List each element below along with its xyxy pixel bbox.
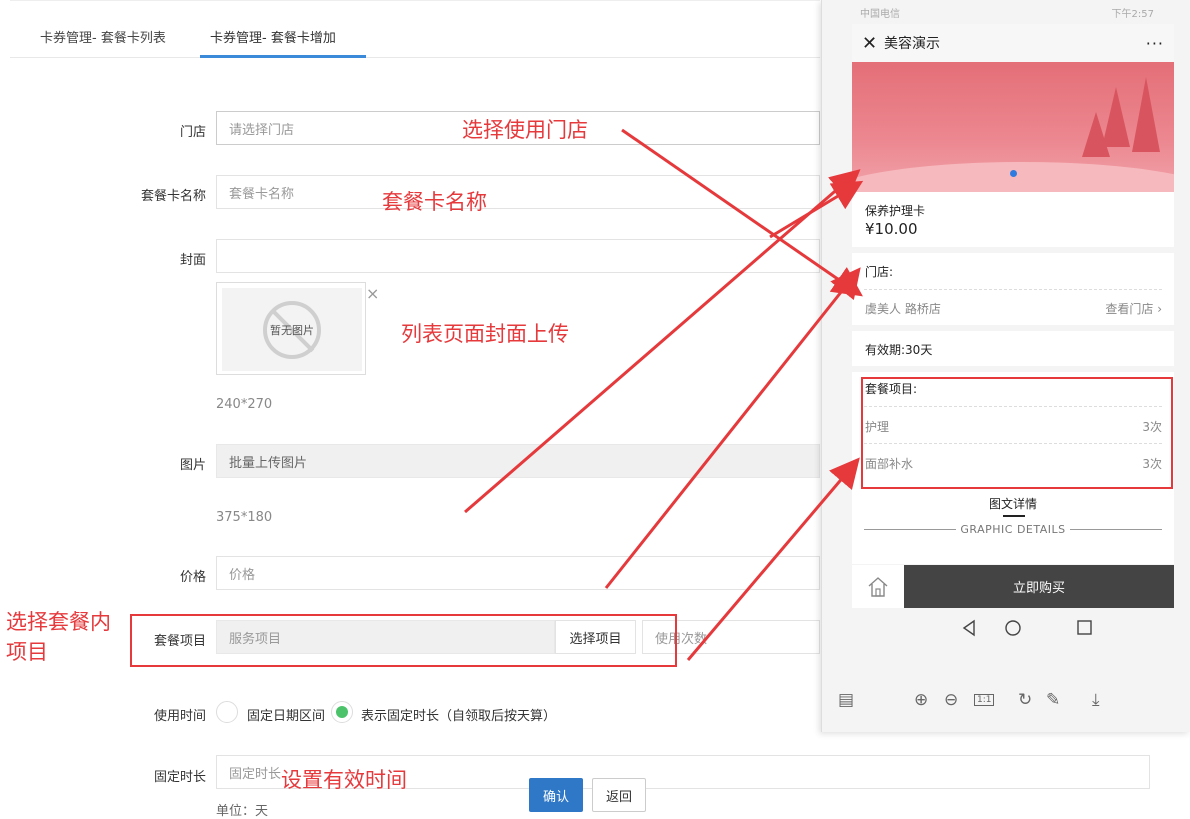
back-button[interactable]: 返回 bbox=[592, 778, 646, 812]
more-icon[interactable]: ··· bbox=[1146, 34, 1164, 53]
close-icon[interactable]: ✕ bbox=[862, 33, 877, 54]
banner-tree bbox=[1082, 112, 1110, 157]
validity-section: 有效期:30天 bbox=[852, 331, 1174, 366]
tab-card-add[interactable]: 卡券管理- 套餐卡增加 bbox=[210, 27, 336, 46]
use-time-label: 使用时间 bbox=[153, 709, 206, 724]
radio-fixed-date-range[interactable] bbox=[216, 701, 238, 723]
validity-text: 有效期:30天 bbox=[865, 343, 933, 357]
phone-package-highlight-box bbox=[861, 377, 1173, 489]
arrow-name bbox=[604, 267, 861, 589]
pictures-label: 图片 bbox=[179, 458, 206, 473]
cover-label: 封面 bbox=[179, 253, 206, 268]
duration-label: 固定时长 bbox=[153, 770, 206, 785]
tab-card-list[interactable]: 卡券管理- 套餐卡列表 bbox=[40, 27, 166, 46]
package-items-highlight-box bbox=[130, 614, 677, 667]
buy-now-button[interactable]: 立即购买 bbox=[904, 565, 1174, 608]
batch-upload-button[interactable]: 批量上传图片 bbox=[216, 444, 820, 478]
card-name-placeholder: 套餐卡名称 bbox=[229, 186, 295, 202]
zoom-in-icon[interactable]: ⊕ bbox=[914, 690, 928, 710]
batch-upload-label: 批量上传图片 bbox=[229, 455, 308, 471]
phone-title: 美容演示 bbox=[884, 36, 940, 52]
android-nav-bar bbox=[852, 608, 1174, 648]
preview-toolbar: ▤ ⊕ ⊖ 1:1 ↻ ✎ ⤓ bbox=[822, 685, 1190, 715]
phone-preview: 中国电信 下午2:57 ✕ 美容演示 ··· 保养护理卡 ¥10.00 门店: … bbox=[821, 0, 1190, 732]
detail-subtitle: GRAPHIC DETAILS bbox=[864, 523, 1162, 536]
price-input[interactable]: 价格 bbox=[216, 556, 820, 590]
remove-cover-icon[interactable]: × bbox=[366, 284, 379, 303]
phone-store-label: 门店: bbox=[865, 265, 894, 279]
divider bbox=[864, 289, 1162, 290]
card-info: 保养护理卡 ¥10.00 bbox=[852, 192, 1174, 247]
annotation-duration: 设置有效时间 bbox=[281, 768, 407, 792]
buy-bar: 立即购买 bbox=[852, 565, 1174, 608]
banner-hill bbox=[852, 162, 1174, 192]
actual-size-icon[interactable]: 1:1 bbox=[974, 694, 995, 706]
detail-subtitle-text: GRAPHIC DETAILS bbox=[960, 523, 1066, 536]
annotation-card-name: 套餐卡名称 bbox=[382, 190, 487, 214]
detail-line-left bbox=[864, 529, 957, 530]
annotation-store: 选择使用门店 bbox=[462, 118, 588, 142]
banner-indicator-dot[interactable] bbox=[1010, 170, 1017, 177]
layout-icon[interactable]: ▤ bbox=[838, 690, 854, 710]
cover-input[interactable] bbox=[216, 239, 820, 273]
detail-underline bbox=[1003, 515, 1025, 517]
edit-icon[interactable]: ✎ bbox=[1046, 690, 1060, 710]
phone-store-name: 虞美人 路桥店 bbox=[865, 302, 941, 316]
card-name-label: 套餐卡名称 bbox=[140, 189, 206, 204]
no-image-icon: 暂无图片 bbox=[263, 300, 321, 359]
nav-back-icon bbox=[962, 619, 975, 637]
fixed-date-range-label: 固定日期区间 bbox=[247, 709, 326, 724]
duration-placeholder: 固定时长 bbox=[229, 766, 282, 782]
banner-image bbox=[852, 62, 1174, 192]
phone-header: ✕ 美容演示 ··· bbox=[852, 24, 1174, 62]
price-label: 价格 bbox=[179, 570, 206, 585]
cover-size-hint: 240*270 bbox=[216, 397, 273, 412]
detail-line-right bbox=[1069, 529, 1162, 530]
detail-title: 图文详情 bbox=[988, 497, 1037, 511]
store-section: 门店: 虞美人 路桥店 查看门店 › bbox=[852, 253, 1174, 325]
card-name: 保养护理卡 bbox=[865, 204, 926, 218]
annotation-items-line2: 项目 bbox=[6, 640, 48, 664]
fixed-duration-option-label: 表示固定时长（自领取后按天算） bbox=[361, 709, 557, 724]
tab-bar: 卡券管理- 套餐卡列表 卡券管理- 套餐卡增加 bbox=[10, 0, 820, 58]
cover-image-upload[interactable]: 暂无图片 bbox=[216, 282, 366, 375]
active-tab-indicator bbox=[200, 55, 366, 58]
home-icon[interactable] bbox=[852, 565, 904, 608]
nav-recent-icon bbox=[1077, 620, 1092, 635]
card-price: ¥10.00 bbox=[865, 220, 918, 238]
store-placeholder: 请选择门店 bbox=[229, 122, 295, 138]
view-store-link[interactable]: 查看门店 › bbox=[1105, 300, 1162, 317]
rotate-icon[interactable]: ↻ bbox=[1018, 690, 1032, 710]
duration-unit-hint: 单位：天 bbox=[216, 804, 269, 819]
no-image-text: 暂无图片 bbox=[270, 323, 314, 337]
download-icon[interactable]: ⤓ bbox=[1092, 690, 1100, 710]
store-label: 门店 bbox=[179, 125, 206, 140]
annotation-items-line1: 选择套餐内 bbox=[6, 610, 111, 634]
banner-tree bbox=[1132, 77, 1160, 152]
phone-status-bar: 中国电信 下午2:57 bbox=[852, 0, 1162, 24]
cover-image-placeholder: 暂无图片 bbox=[222, 288, 362, 371]
confirm-button[interactable]: 确认 bbox=[529, 778, 583, 812]
carrier-text: 中国电信 bbox=[860, 8, 900, 20]
zoom-out-icon[interactable]: ⊖ bbox=[944, 690, 958, 710]
annotation-cover: 列表页面封面上传 bbox=[401, 322, 569, 346]
status-time: 下午2:57 bbox=[1111, 8, 1154, 20]
price-placeholder: 价格 bbox=[229, 567, 256, 583]
nav-home-icon bbox=[1005, 620, 1021, 636]
radio-fixed-duration[interactable] bbox=[331, 701, 353, 723]
pictures-size-hint: 375*180 bbox=[216, 510, 273, 525]
card-name-input[interactable]: 套餐卡名称 bbox=[216, 175, 820, 209]
